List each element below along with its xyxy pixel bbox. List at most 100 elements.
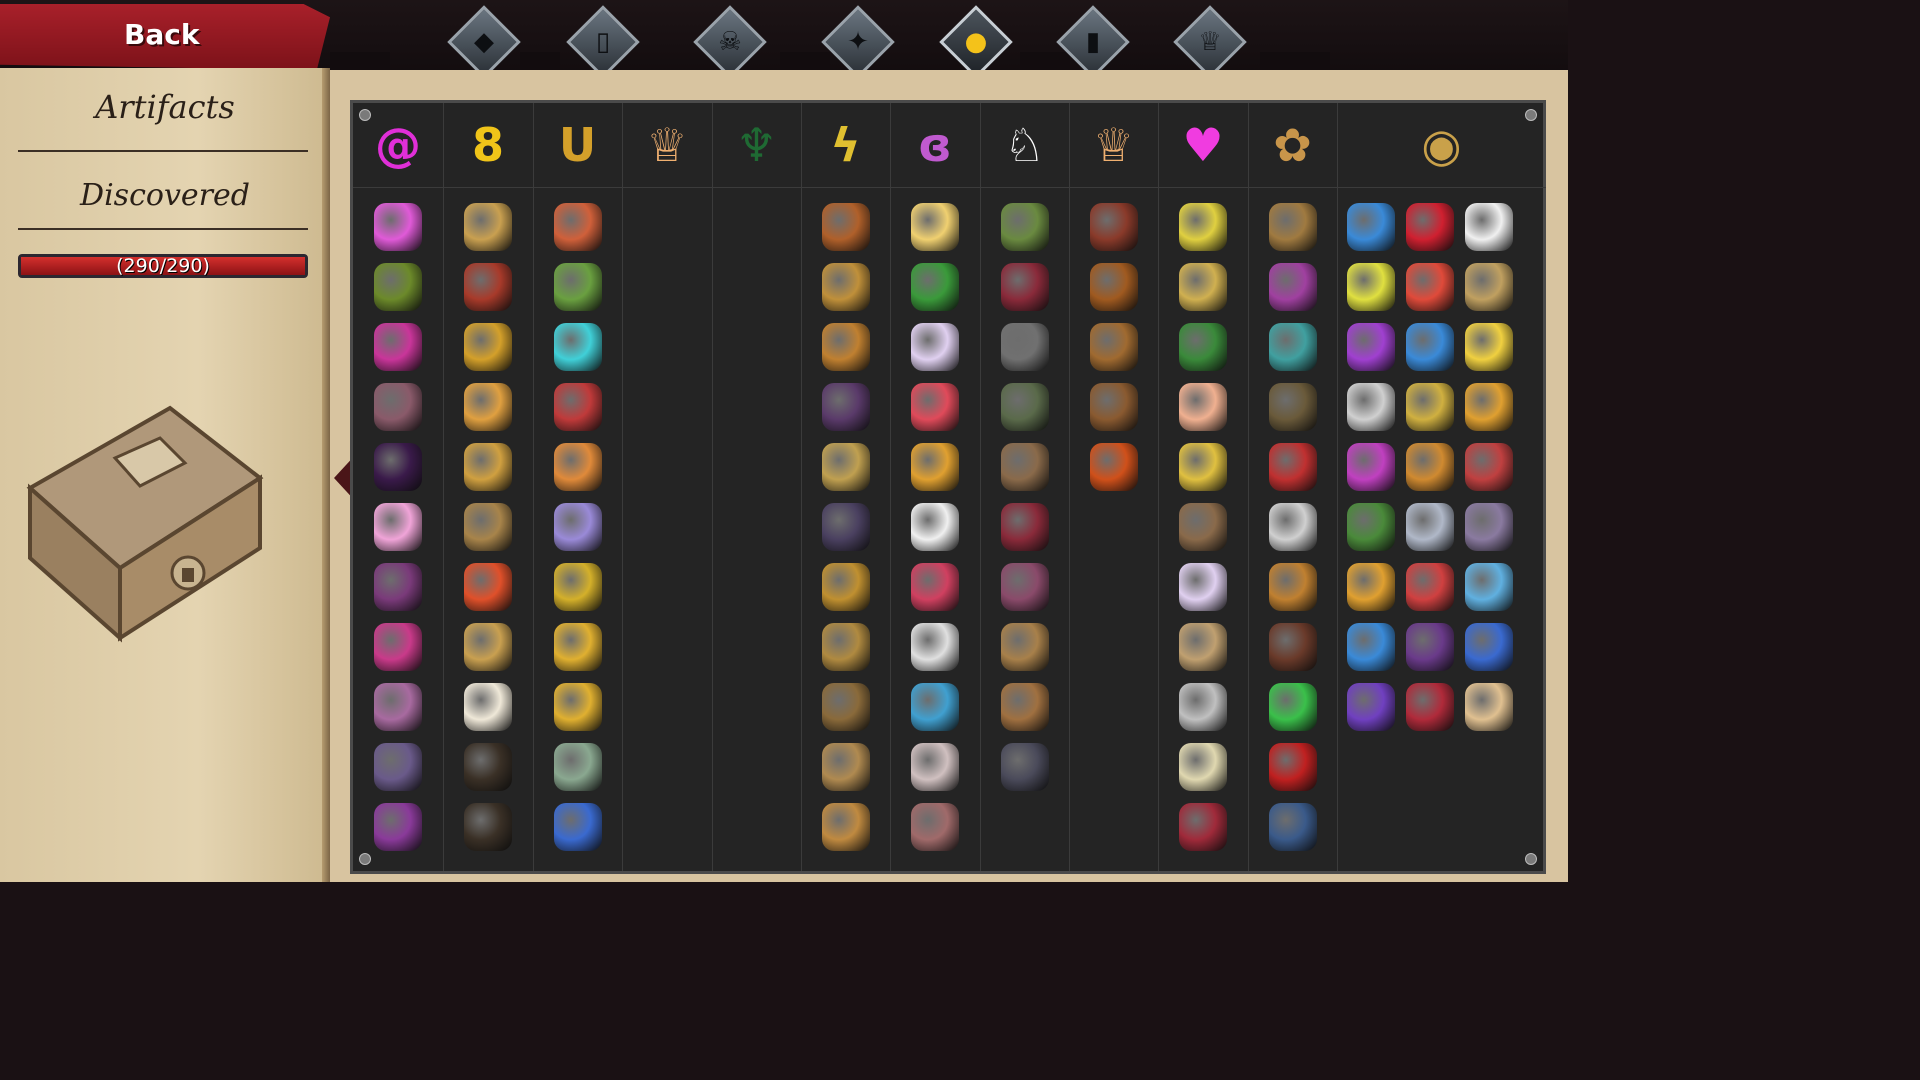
artifact-item[interactable] xyxy=(1347,623,1395,671)
artifact-item[interactable] xyxy=(1406,503,1454,551)
artifact-item[interactable] xyxy=(822,563,870,611)
artifact-item[interactable] xyxy=(1179,263,1227,311)
artifact-item[interactable] xyxy=(1179,623,1227,671)
artifact-item[interactable] xyxy=(464,743,512,791)
artifact-item[interactable] xyxy=(1269,683,1317,731)
artifact-item[interactable] xyxy=(374,803,422,851)
artifact-item[interactable] xyxy=(911,623,959,671)
artifact-item[interactable] xyxy=(1090,323,1138,371)
artifact-item[interactable] xyxy=(374,683,422,731)
artifact-item[interactable] xyxy=(1179,503,1227,551)
artifact-item[interactable] xyxy=(374,563,422,611)
artifact-item[interactable] xyxy=(1465,683,1513,731)
artifact-item[interactable] xyxy=(1001,623,1049,671)
artifact-item[interactable] xyxy=(1347,383,1395,431)
tab-scroll[interactable]: ▮ xyxy=(1055,4,1131,80)
artifact-item[interactable] xyxy=(1347,683,1395,731)
artifact-item[interactable] xyxy=(1090,443,1138,491)
artifact-item[interactable] xyxy=(1269,203,1317,251)
artifact-item[interactable] xyxy=(822,683,870,731)
artifact-item[interactable] xyxy=(374,323,422,371)
column-header[interactable]: ɞ xyxy=(890,103,980,188)
artifact-item[interactable] xyxy=(374,443,422,491)
tab-skull[interactable]: ☠ xyxy=(692,4,768,80)
artifact-item[interactable] xyxy=(554,563,602,611)
artifact-item[interactable] xyxy=(1465,503,1513,551)
artifact-item[interactable] xyxy=(1465,443,1513,491)
artifact-item[interactable] xyxy=(1090,383,1138,431)
artifact-item[interactable] xyxy=(1001,263,1049,311)
artifact-item[interactable] xyxy=(464,563,512,611)
artifact-item[interactable] xyxy=(822,203,870,251)
artifact-item[interactable] xyxy=(911,383,959,431)
tab-card[interactable]: ▯ xyxy=(565,4,641,80)
artifact-item[interactable] xyxy=(911,203,959,251)
artifact-item[interactable] xyxy=(464,503,512,551)
artifact-item[interactable] xyxy=(1179,383,1227,431)
artifact-item[interactable] xyxy=(1465,263,1513,311)
artifact-item[interactable] xyxy=(554,803,602,851)
artifact-item[interactable] xyxy=(822,623,870,671)
artifact-item[interactable] xyxy=(1269,263,1317,311)
artifact-item[interactable] xyxy=(1179,323,1227,371)
artifact-item[interactable] xyxy=(554,323,602,371)
artifact-item[interactable] xyxy=(822,443,870,491)
artifact-item[interactable] xyxy=(464,263,512,311)
artifact-item[interactable] xyxy=(1269,383,1317,431)
tab-diamond[interactable]: ◆ xyxy=(446,4,522,80)
artifact-item[interactable] xyxy=(1001,563,1049,611)
artifact-item[interactable] xyxy=(1179,803,1227,851)
artifact-item[interactable] xyxy=(911,263,959,311)
column-header[interactable]: ♕ xyxy=(1069,103,1158,188)
artifact-item[interactable] xyxy=(1179,563,1227,611)
artifact-item[interactable] xyxy=(1001,503,1049,551)
artifact-item[interactable] xyxy=(1347,323,1395,371)
tab-trophy[interactable]: ♕ xyxy=(1172,4,1248,80)
column-header[interactable]: ϟ xyxy=(801,103,890,188)
artifact-item[interactable] xyxy=(554,503,602,551)
column-header[interactable]: ◉ xyxy=(1337,103,1546,188)
artifact-item[interactable] xyxy=(1001,203,1049,251)
artifact-item[interactable] xyxy=(1347,503,1395,551)
artifact-item[interactable] xyxy=(554,623,602,671)
column-header[interactable]: ♕ xyxy=(622,103,712,188)
column-header[interactable]: ✿ xyxy=(1248,103,1337,188)
artifact-item[interactable] xyxy=(1179,203,1227,251)
artifact-item[interactable] xyxy=(1465,383,1513,431)
column-header[interactable]: ♆ xyxy=(712,103,801,188)
artifact-item[interactable] xyxy=(1406,203,1454,251)
artifact-item[interactable] xyxy=(822,323,870,371)
artifact-item[interactable] xyxy=(911,743,959,791)
artifact-item[interactable] xyxy=(464,443,512,491)
artifact-item[interactable] xyxy=(374,383,422,431)
artifact-item[interactable] xyxy=(1269,563,1317,611)
artifact-item[interactable] xyxy=(1179,743,1227,791)
artifact-item[interactable] xyxy=(554,443,602,491)
artifact-item[interactable] xyxy=(1347,203,1395,251)
artifact-item[interactable] xyxy=(1269,743,1317,791)
tab-raven[interactable]: ✦ xyxy=(820,4,896,80)
artifact-item[interactable] xyxy=(822,263,870,311)
artifact-item[interactable] xyxy=(1406,563,1454,611)
artifact-item[interactable] xyxy=(374,743,422,791)
column-header[interactable]: @ xyxy=(353,103,443,188)
artifact-item[interactable] xyxy=(911,443,959,491)
artifact-item[interactable] xyxy=(464,803,512,851)
artifact-item[interactable] xyxy=(1406,323,1454,371)
artifact-item[interactable] xyxy=(374,503,422,551)
artifact-item[interactable] xyxy=(911,563,959,611)
artifact-item[interactable] xyxy=(911,323,959,371)
column-header[interactable]: ♥ xyxy=(1158,103,1248,188)
artifact-item[interactable] xyxy=(1465,323,1513,371)
artifact-item[interactable] xyxy=(464,203,512,251)
artifact-item[interactable] xyxy=(554,203,602,251)
artifact-item[interactable] xyxy=(1269,803,1317,851)
artifact-item[interactable] xyxy=(1179,683,1227,731)
artifact-item[interactable] xyxy=(1347,263,1395,311)
artifact-item[interactable] xyxy=(374,263,422,311)
artifact-item[interactable] xyxy=(554,263,602,311)
artifact-item[interactable] xyxy=(822,803,870,851)
artifact-item[interactable] xyxy=(554,743,602,791)
artifact-item[interactable] xyxy=(1269,623,1317,671)
artifact-item[interactable] xyxy=(1179,443,1227,491)
